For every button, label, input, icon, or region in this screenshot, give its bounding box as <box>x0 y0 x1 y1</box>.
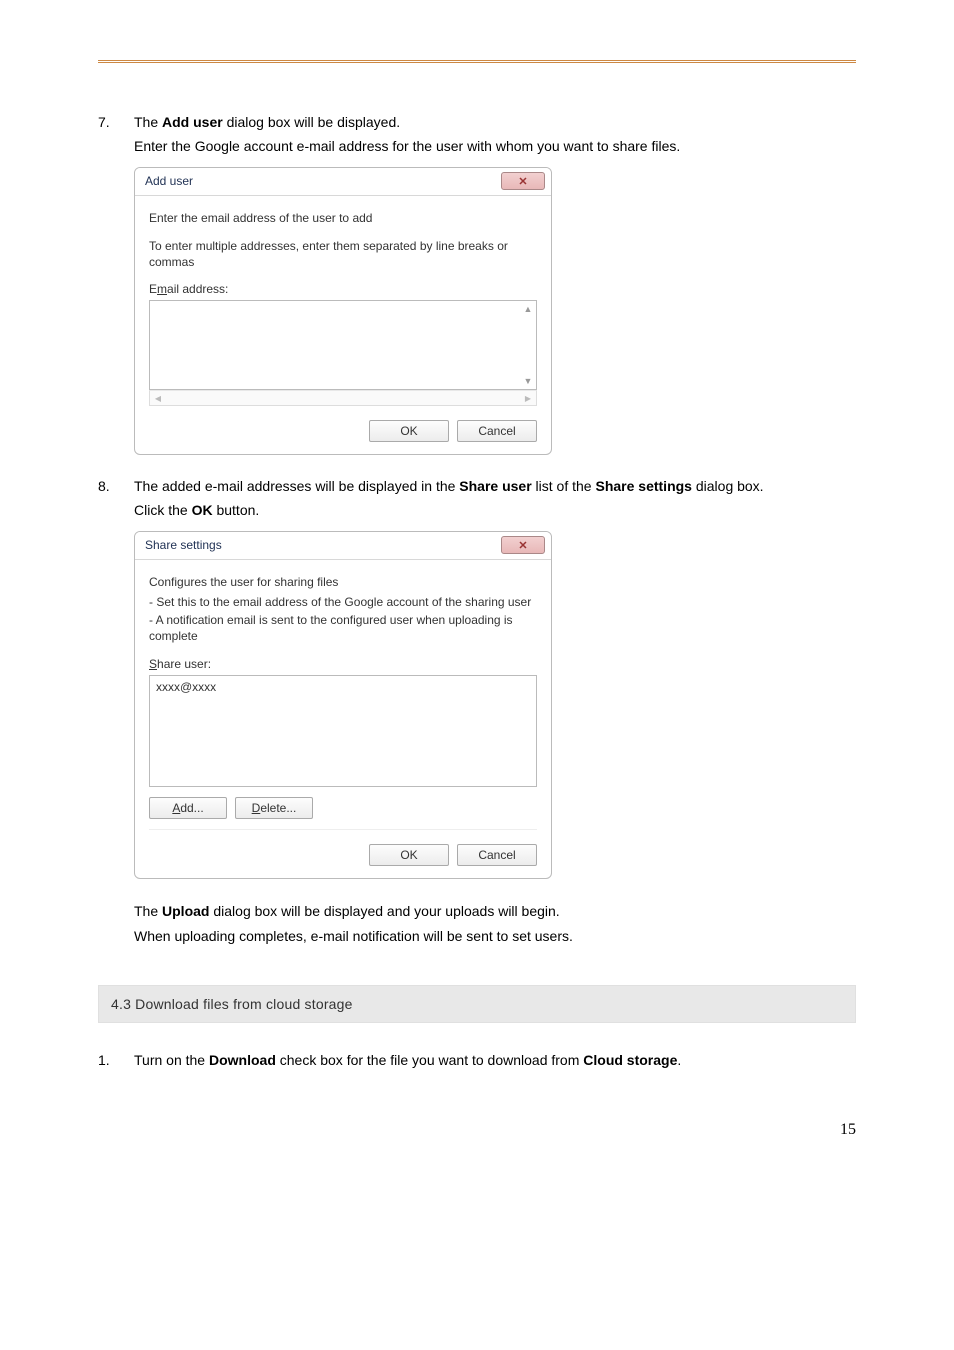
s1-a: Turn on the <box>134 1052 209 1068</box>
section-heading-4-3: 4.3 Download files from cloud storage <box>98 985 856 1023</box>
del-u: D <box>252 801 261 815</box>
add-user-buttons: OK Cancel <box>149 420 537 442</box>
step-8-content: The added e-mail addresses will be displ… <box>134 475 856 523</box>
list-item[interactable]: xxxx@xxxx <box>156 680 530 694</box>
close-button[interactable]: ✕ <box>501 172 545 190</box>
add-user-title: Add user <box>145 174 193 188</box>
add-user-para1: Enter the email address of the user to a… <box>149 210 537 226</box>
s8-l2-a: Click the <box>134 502 192 518</box>
s8-l1-b: Share user <box>459 478 531 494</box>
step-7-content: The Add user dialog box will be displaye… <box>134 111 856 159</box>
s8-l2-c: button. <box>213 502 260 518</box>
ss-line1: Configures the user for sharing files <box>149 574 537 590</box>
email-textarea[interactable]: ▲ ▼ <box>149 300 537 390</box>
delete-button[interactable]: Delete... <box>235 797 313 819</box>
page-number: 15 <box>98 1121 856 1139</box>
after1-a: The <box>134 903 162 919</box>
step-8: 8. The added e-mail addresses will be di… <box>98 475 856 523</box>
dialog-separator <box>149 829 537 830</box>
step7-line1-b: Add user <box>162 114 223 130</box>
share-settings-buttons: OK Cancel <box>149 844 537 866</box>
ss-line2: - Set this to the email address of the G… <box>149 594 537 610</box>
s1-d: Cloud storage <box>583 1052 677 1068</box>
step-1: 1. Turn on the Download check box for th… <box>98 1049 856 1073</box>
horizontal-scrollbar[interactable]: ◀ ▶ <box>149 390 537 406</box>
s8-l1-c: list of the <box>532 478 596 494</box>
top-divider <box>98 60 856 63</box>
scroll-down-icon[interactable]: ▼ <box>522 375 534 387</box>
step-8-number: 8. <box>98 475 134 523</box>
scroll-left-icon[interactable]: ◀ <box>153 392 163 404</box>
after-para1: The Upload dialog box will be displayed … <box>134 899 856 924</box>
step-7: 7. The Add user dialog box will be displ… <box>98 111 856 159</box>
cancel-button[interactable]: Cancel <box>457 420 537 442</box>
del-post: elete... <box>260 801 296 815</box>
after1-c: dialog box will be displayed and your up… <box>209 903 559 919</box>
ok-button[interactable]: OK <box>369 420 449 442</box>
add-user-dialog: Add user ✕ Enter the email address of th… <box>134 167 552 456</box>
scroll-right-icon[interactable]: ▶ <box>523 392 533 404</box>
add-user-titlebar: Add user ✕ <box>135 168 551 196</box>
share-user-listbox[interactable]: xxxx@xxxx <box>149 675 537 787</box>
share-settings-title: Share settings <box>145 538 222 552</box>
s8-l2-b: OK <box>192 502 213 518</box>
add-delete-row: Add... Delete... <box>149 797 537 819</box>
close-button[interactable]: ✕ <box>501 536 545 554</box>
scroll-up-icon[interactable]: ▲ <box>522 303 534 315</box>
add-user-para2: To enter multiple addresses, enter them … <box>149 238 537 270</box>
su-post: hare user: <box>157 657 211 671</box>
email-label: Email address: <box>149 282 537 296</box>
s8-l1-a: The added e-mail addresses will be displ… <box>134 478 459 494</box>
s1-c: check box for the file you want to downl… <box>276 1052 583 1068</box>
su-u: S <box>149 657 157 671</box>
close-icon: ✕ <box>518 539 527 552</box>
cancel-button[interactable]: Cancel <box>457 844 537 866</box>
s1-e: . <box>677 1052 681 1068</box>
ss-line3: - A notification email is sent to the co… <box>149 612 537 644</box>
email-post: ail address: <box>167 282 228 296</box>
step-1-content: Turn on the Download check box for the f… <box>134 1049 856 1073</box>
add-post: dd... <box>180 801 203 815</box>
s8-l1-e: dialog box. <box>692 478 764 494</box>
step7-line1-c: dialog box will be displayed. <box>223 114 400 130</box>
step-7-number: 7. <box>98 111 134 159</box>
share-user-label: Share user: <box>149 657 537 671</box>
s8-l1-d: Share settings <box>595 478 691 494</box>
email-pre: E <box>149 282 157 296</box>
close-icon: ✕ <box>518 175 527 188</box>
ok-button[interactable]: OK <box>369 844 449 866</box>
step-1-number: 1. <box>98 1049 134 1073</box>
add-u: A <box>172 801 180 815</box>
after-para2: When uploading completes, e-mail notific… <box>134 924 856 949</box>
add-button[interactable]: Add... <box>149 797 227 819</box>
share-settings-body: Configures the user for sharing files - … <box>135 560 551 878</box>
after1-b: Upload <box>162 903 209 919</box>
email-u: m <box>157 282 167 296</box>
share-settings-titlebar: Share settings ✕ <box>135 532 551 560</box>
step7-line2: Enter the Google account e-mail address … <box>134 138 680 154</box>
share-settings-dialog: Share settings ✕ Configures the user for… <box>134 531 552 879</box>
add-user-body: Enter the email address of the user to a… <box>135 196 551 455</box>
s1-b: Download <box>209 1052 276 1068</box>
step7-line1-a: The <box>134 114 162 130</box>
